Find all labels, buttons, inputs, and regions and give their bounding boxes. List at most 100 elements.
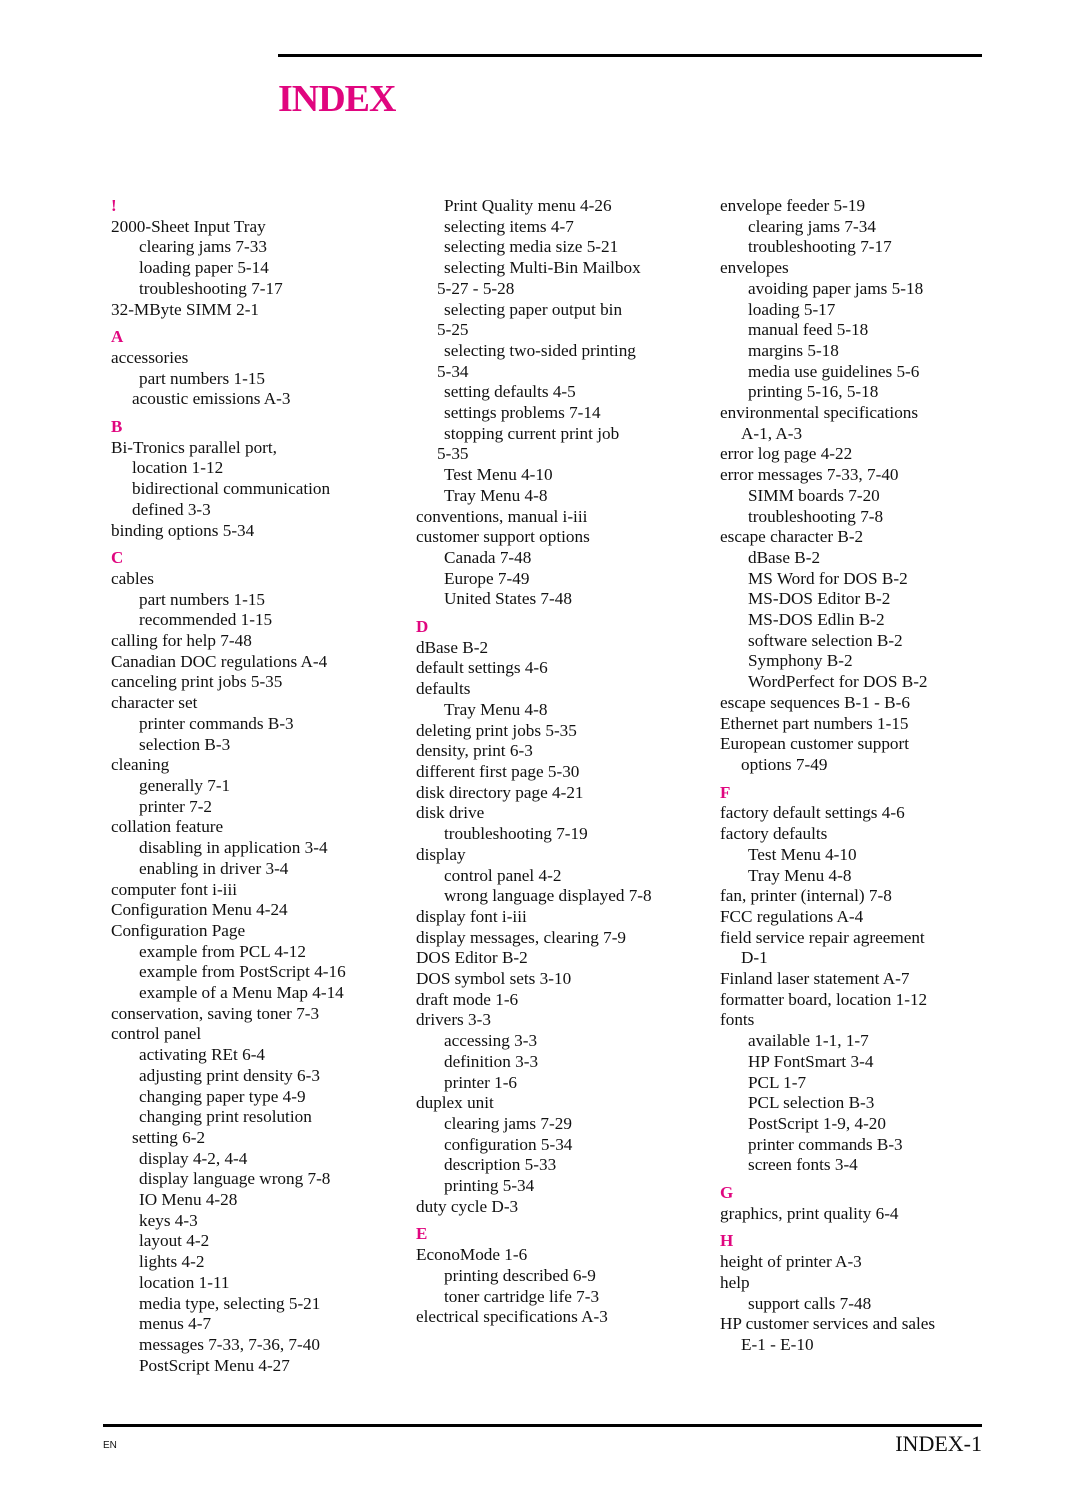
- index-subentry: layout 4-2: [139, 1231, 210, 1251]
- index-subentry: Tray Menu 4-8: [444, 485, 548, 505]
- index-subentry: lights 4-2: [139, 1252, 205, 1272]
- index-entry: computer font i-iii: [111, 879, 238, 899]
- index-entry-continuation: 5-25: [437, 320, 469, 340]
- section-letter: C: [111, 548, 124, 568]
- index-entry: disk directory page 4-21: [416, 782, 584, 802]
- index-entry-continuation: 5-35: [437, 444, 469, 464]
- index-subentry: loading 5-17: [748, 299, 836, 319]
- index-subentry: selecting paper output bin: [444, 299, 623, 319]
- index-entry: escape sequences B-1 - B-6: [720, 692, 910, 712]
- index-subentry: PCL selection B-3: [748, 1093, 875, 1113]
- footer-language: EN: [103, 1440, 117, 1451]
- index-subentry: available 1-1, 1-7: [748, 1031, 869, 1051]
- bottom-rule: [103, 1424, 982, 1427]
- index-subentry: example from PCL 4-12: [139, 941, 306, 961]
- index-subentry: troubleshooting 7-17: [139, 278, 283, 298]
- index-column-3: envelope feeder 5-19 clearing jams 7-34 tr…: [720, 196, 1010, 1356]
- index-entry-continuation: A-1, A-3: [741, 423, 803, 443]
- index-subentry: MS Word for DOS B-2: [748, 568, 908, 588]
- index-entry: European customer support: [720, 734, 910, 754]
- index-subentry: printer 7-2: [139, 796, 213, 816]
- index-entry: formatter board, location 1-12: [720, 989, 928, 1009]
- index-entry: Bi-Tronics parallel port,: [111, 437, 277, 457]
- page-title: INDEX: [278, 78, 396, 120]
- index-subentry: printing described 6-9: [444, 1265, 596, 1285]
- index-subentry: definition 3-3: [444, 1051, 539, 1071]
- index-entry: duplex unit: [416, 1093, 494, 1113]
- index-entry: EconoMode 1-6: [416, 1245, 528, 1265]
- index-subentry: MS-DOS Editor B-2: [748, 589, 891, 609]
- index-subentry: settings problems 7-14: [444, 403, 601, 423]
- index-subentry: selecting items 4-7: [444, 216, 574, 236]
- index-subentry: messages 7-33, 7-36, 7-40: [139, 1334, 320, 1354]
- index-entry: different first page 5-30: [416, 761, 580, 781]
- index-subentry: display 4-2, 4-4: [139, 1148, 248, 1168]
- index-subentry: PostScript 1-9, 4-20: [748, 1113, 886, 1133]
- index-subentry: display language wrong 7-8: [139, 1169, 331, 1189]
- index-entry-continuation: 5-27 - 5-28: [437, 278, 515, 298]
- index-entry-continuation: E-1 - E-10: [741, 1334, 814, 1354]
- index-entry: 2000-Sheet Input Tray: [111, 216, 266, 236]
- index-subentry: generally 7-1: [139, 775, 231, 795]
- index-subentry: troubleshooting 7-17: [748, 237, 892, 257]
- index-entry: envelopes: [720, 258, 789, 278]
- index-subentry: disabling in application 3-4: [139, 838, 328, 858]
- index-subentry: selecting media size 5-21: [444, 237, 619, 257]
- index-subentry: configuration 5-34: [444, 1134, 573, 1154]
- index-subentry: HP FontSmart 3-4: [748, 1051, 874, 1071]
- top-rule: [278, 54, 982, 57]
- index-entry-continuation: D-1: [741, 948, 768, 968]
- index-entry: HP customer services and sales: [720, 1314, 936, 1334]
- index-subentry: selecting Multi-Bin Mailbox: [444, 258, 641, 278]
- index-subentry: IO Menu 4-28: [139, 1190, 238, 1210]
- index-entry: fan, printer (internal) 7-8: [720, 886, 892, 906]
- section-letter: B: [111, 417, 123, 437]
- index-subentry: Symphony B-2: [748, 651, 853, 671]
- index-entry: accessories: [111, 347, 189, 367]
- index-entry: fonts: [720, 1010, 755, 1030]
- index-subentry: part numbers 1-15: [139, 368, 266, 388]
- index-subentry: wrong language displayed 7-8: [444, 886, 652, 906]
- index-entry: factory defaults: [720, 824, 828, 844]
- section-letter: A: [111, 327, 124, 347]
- index-subentry: WordPerfect for DOS B-2: [748, 672, 928, 692]
- section-letter: G: [720, 1183, 734, 1203]
- index-entry: FCC regulations A-4: [720, 906, 864, 926]
- index-subentry: Print Quality menu 4-26: [444, 196, 612, 215]
- index-subentry: support calls 7-48: [748, 1293, 872, 1313]
- index-entry: draft mode 1-6: [416, 989, 519, 1009]
- index-subentry: printer commands B-3: [748, 1134, 903, 1154]
- index-subentry: clearing jams 7-34: [748, 216, 876, 236]
- index-subentry: accessing 3-3: [444, 1031, 538, 1051]
- index-entry: help: [720, 1272, 750, 1292]
- index-subentry: loading paper 5-14: [139, 258, 269, 278]
- section-letter: H: [720, 1231, 734, 1251]
- index-entry: Canadian DOC regulations A-4: [111, 651, 328, 671]
- index-entry-continuation: location 1-12: [132, 458, 224, 478]
- index-subentry: troubleshooting 7-19: [444, 824, 588, 844]
- index-subentry: media use guidelines 5-6: [748, 361, 920, 381]
- index-entry: electrical specifications A-3: [416, 1307, 608, 1327]
- index-subentry: selecting two-sided printing: [444, 340, 636, 360]
- index-entry: density, print 6-3: [416, 741, 533, 761]
- index-entry: collation feature: [111, 817, 224, 837]
- index-entry-continuation: setting 6-2: [132, 1127, 206, 1147]
- index-subentry: activating REt 6-4: [139, 1045, 266, 1065]
- index-entry: Configuration Page: [111, 920, 246, 940]
- index-entry: Configuration Menu 4-24: [111, 900, 288, 920]
- index-subentry: recommended 1-15: [139, 610, 273, 630]
- index-subentry: control panel 4-2: [444, 865, 562, 885]
- index-subentry: adjusting print density 6-3: [139, 1065, 320, 1085]
- index-entry: display font i-iii: [416, 906, 527, 926]
- index-subentry: selection B-3: [139, 734, 231, 754]
- index-subentry: enabling in driver 3-4: [139, 858, 289, 878]
- index-entry: canceling print jobs 5-35: [111, 672, 283, 692]
- index-subentry: media type, selecting 5-21: [139, 1293, 321, 1313]
- section-letter: F: [720, 782, 731, 802]
- index-subentry: printing 5-16, 5-18: [748, 382, 879, 402]
- index-entry: Finland laser statement A-7: [720, 969, 910, 989]
- index-subentry: troubleshooting 7-8: [748, 506, 884, 526]
- index-entry: calling for help 7-48: [111, 631, 252, 651]
- index-column-1: ! 2000-Sheet Input Tray clearing jams 7-33…: [111, 196, 401, 1376]
- index-entry: Ethernet part numbers 1-15: [720, 713, 909, 733]
